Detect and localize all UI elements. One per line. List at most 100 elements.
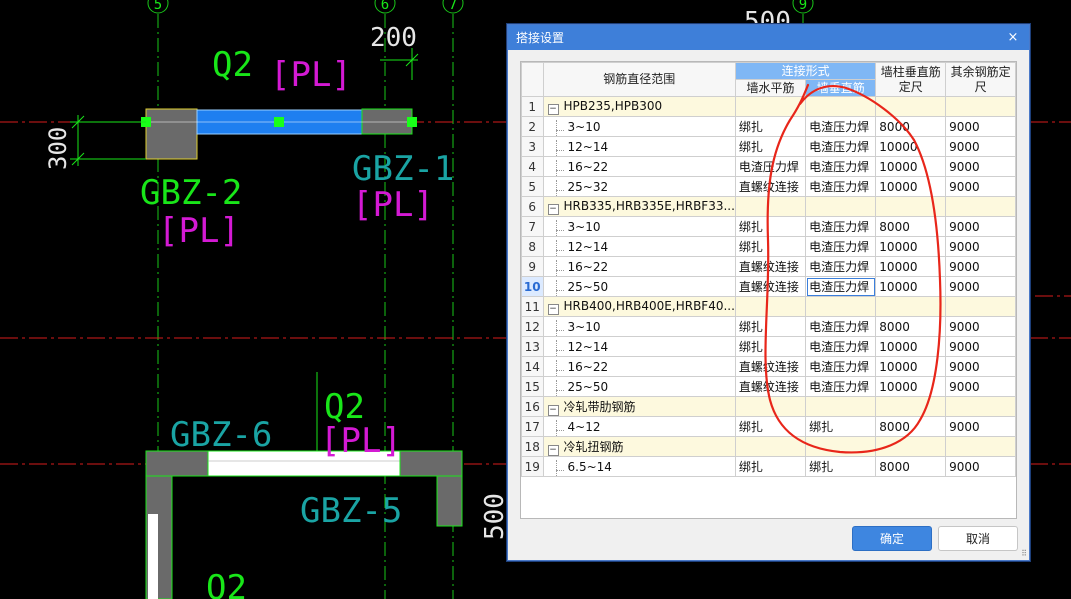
other-length-cell[interactable]: 9000: [945, 116, 1016, 137]
range-cell[interactable]: 12~14: [542, 136, 736, 157]
header-wall-vertical[interactable]: 墙垂直筋: [805, 79, 877, 97]
wall-horizontal-cell[interactable]: [734, 296, 807, 317]
wall-horizontal-cell[interactable]: 绑扎: [734, 316, 807, 337]
collapse-icon[interactable]: −: [547, 103, 559, 115]
table-row[interactable]: 5 25~32 直螺纹连接 电渣压力焊 10000 9000: [521, 176, 1016, 197]
gbz2-column[interactable]: [145, 108, 198, 160]
row-number[interactable]: 16: [521, 396, 544, 417]
range-cell[interactable]: − 冷轧带肋钢筋: [542, 396, 736, 417]
row-number[interactable]: 12: [521, 316, 544, 337]
range-cell[interactable]: 3~10: [542, 116, 736, 137]
other-length-cell[interactable]: 9000: [945, 276, 1016, 297]
column-length-cell[interactable]: [875, 196, 947, 217]
range-cell[interactable]: 25~50: [542, 276, 736, 297]
wall-vertical-cell[interactable]: 电渣压力焊: [805, 316, 877, 337]
other-length-cell[interactable]: 9000: [945, 136, 1016, 157]
range-cell[interactable]: 12~14: [542, 236, 736, 257]
wall-horizontal-cell[interactable]: [734, 196, 807, 217]
column-length-cell[interactable]: [875, 396, 947, 417]
column-length-cell[interactable]: 10000: [875, 256, 947, 277]
wall-vertical-cell[interactable]: 电渣压力焊: [805, 116, 877, 137]
wall-vertical-cell[interactable]: 电渣压力焊: [805, 256, 877, 277]
wall-horizontal-cell[interactable]: 绑扎: [734, 416, 807, 437]
dialog-titlebar[interactable]: 搭接设置 ×: [508, 25, 1029, 50]
table-row[interactable]: 17 4~12 绑扎 绑扎 8000 9000: [521, 416, 1016, 437]
other-length-cell[interactable]: 9000: [945, 336, 1016, 357]
collapse-icon[interactable]: −: [547, 404, 559, 416]
range-cell[interactable]: 25~32: [542, 176, 736, 197]
range-cell[interactable]: 6.5~14: [542, 456, 736, 477]
wall-horizontal-cell[interactable]: 绑扎: [734, 216, 807, 237]
column-length-cell[interactable]: 8000: [875, 456, 947, 477]
gbz1-column[interactable]: [361, 108, 413, 135]
other-length-cell[interactable]: 9000: [945, 416, 1016, 437]
wall-vertical-cell[interactable]: [805, 436, 877, 457]
wall-vertical-cell[interactable]: 电渣压力焊: [805, 276, 877, 297]
table-row[interactable]: 19 6.5~14 绑扎 绑扎 8000 9000: [521, 456, 1016, 477]
wall-vertical-cell[interactable]: [805, 96, 877, 117]
table-row[interactable]: 4 16~22 电渣压力焊 电渣压力焊 10000 9000: [521, 156, 1016, 177]
range-cell[interactable]: 16~22: [542, 356, 736, 377]
wall-vertical-cell[interactable]: 电渣压力焊: [805, 336, 877, 357]
wall-vertical-cell[interactable]: 电渣压力焊: [805, 176, 877, 197]
wall-horizontal-cell[interactable]: 绑扎: [734, 336, 807, 357]
other-length-cell[interactable]: 9000: [945, 316, 1016, 337]
range-cell[interactable]: 16~22: [542, 156, 736, 177]
row-number[interactable]: 13: [521, 336, 544, 357]
table-row[interactable]: 8 12~14 绑扎 电渣压力焊 10000 9000: [521, 236, 1016, 257]
wall-vertical-cell[interactable]: 电渣压力焊: [805, 376, 877, 397]
wall-horizontal-cell[interactable]: [734, 436, 807, 457]
wall-vertical-cell[interactable]: [805, 296, 877, 317]
other-length-cell[interactable]: 9000: [945, 456, 1016, 477]
row-number[interactable]: 4: [521, 156, 544, 177]
wall-vertical-cell[interactable]: 电渣压力焊: [805, 356, 877, 377]
wall-vertical-cell[interactable]: 电渣压力焊: [805, 236, 877, 257]
table-row[interactable]: 9 16~22 直螺纹连接 电渣压力焊 10000 9000: [521, 256, 1016, 277]
gbz5-column-leg[interactable]: [436, 475, 463, 527]
table-row[interactable]: 10 25~50 直螺纹连接 电渣压力焊 10000 9000: [521, 276, 1016, 297]
other-length-cell[interactable]: 9000: [945, 216, 1016, 237]
table-row[interactable]: 3 12~14 绑扎 电渣压力焊 10000 9000: [521, 136, 1016, 157]
range-cell[interactable]: 3~10: [542, 316, 736, 337]
row-number[interactable]: 14: [521, 356, 544, 377]
wall-horizontal-cell[interactable]: [734, 396, 807, 417]
close-icon[interactable]: ×: [1005, 30, 1021, 45]
column-length-cell[interactable]: 10000: [875, 376, 947, 397]
header-other-length[interactable]: 其余钢筋定 尺: [945, 62, 1016, 97]
wall-horizontal-cell[interactable]: 绑扎: [734, 116, 807, 137]
range-cell[interactable]: 3~10: [542, 216, 736, 237]
wall-vertical-cell[interactable]: 绑扎: [805, 456, 877, 477]
column-length-cell[interactable]: [875, 436, 947, 457]
column-length-cell[interactable]: 10000: [875, 276, 947, 297]
wall-vertical-cell[interactable]: [805, 196, 877, 217]
wall-horizontal-cell[interactable]: 直螺纹连接: [734, 256, 807, 277]
wall-vertical-cell[interactable]: 电渣压力焊: [805, 136, 877, 157]
column-length-cell[interactable]: [875, 96, 947, 117]
wall-vertical-cell[interactable]: 电渣压力焊: [805, 156, 877, 177]
column-length-cell[interactable]: 8000: [875, 416, 947, 437]
other-length-cell[interactable]: [945, 436, 1016, 457]
other-length-cell[interactable]: 9000: [945, 176, 1016, 197]
header-connection[interactable]: 连接形式: [734, 62, 877, 80]
wall-horizontal-cell[interactable]: 直螺纹连接: [734, 176, 807, 197]
wall-horizontal-cell[interactable]: [734, 96, 807, 117]
header-column-length[interactable]: 墙柱垂直筋 定尺: [875, 62, 947, 97]
wall-vertical-cell[interactable]: [805, 396, 877, 417]
group-row[interactable]: 1− HPB235,HPB300: [521, 96, 1016, 117]
row-number[interactable]: 1: [521, 96, 544, 117]
row-number[interactable]: 7: [521, 216, 544, 237]
column-length-cell[interactable]: 10000: [875, 236, 947, 257]
wall-vertical-cell[interactable]: 绑扎: [805, 416, 877, 437]
other-length-cell[interactable]: [945, 196, 1016, 217]
group-row[interactable]: 16− 冷轧带肋钢筋: [521, 396, 1016, 417]
row-number[interactable]: 9: [521, 256, 544, 277]
wall-horizontal-cell[interactable]: 绑扎: [734, 136, 807, 157]
other-length-cell[interactable]: [945, 96, 1016, 117]
column-length-cell[interactable]: 8000: [875, 316, 947, 337]
range-cell[interactable]: − HRB335,HRB335E,HRBF33...: [542, 196, 736, 217]
range-cell[interactable]: 16~22: [542, 256, 736, 277]
table-row[interactable]: 13 12~14 绑扎 电渣压力焊 10000 9000: [521, 336, 1016, 357]
table-row[interactable]: 2 3~10 绑扎 电渣压力焊 8000 9000: [521, 116, 1016, 137]
wall-horizontal-cell[interactable]: 绑扎: [734, 236, 807, 257]
collapse-icon[interactable]: −: [547, 203, 559, 215]
